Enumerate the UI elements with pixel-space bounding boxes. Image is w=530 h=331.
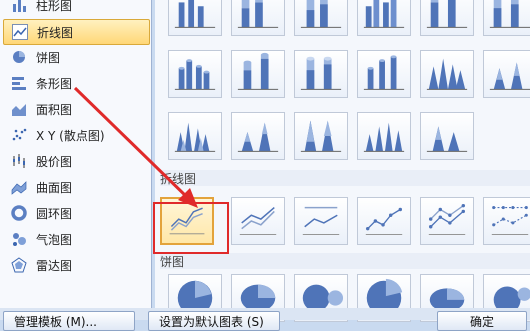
- column-chart-icon: [10, 0, 28, 14]
- percent-stacked-line-tile[interactable]: [294, 197, 348, 245]
- sidebar-item-area[interactable]: 面积图: [3, 97, 148, 121]
- line-chart-icon: [11, 23, 29, 41]
- sidebar-item-label: 柱形图: [36, 0, 73, 13]
- cylinder-chart-tile[interactable]: [294, 50, 348, 98]
- chart-type-sidebar: 柱形图 折线图 饼图 条形图 面积图 X Y (散点图) 股价图 曲面图 圆环图…: [0, 0, 152, 308]
- sidebar-item-label: 气泡图: [36, 232, 73, 247]
- doughnut-chart-icon: [10, 204, 28, 222]
- highlight-box: [153, 202, 229, 254]
- section-title-pie: 饼图: [160, 253, 530, 269]
- sidebar-item-scatter[interactable]: X Y (散点图): [3, 123, 148, 147]
- cylinder-chart-tile[interactable]: [168, 50, 222, 98]
- sidebar-item-line[interactable]: 折线图: [3, 19, 150, 45]
- sidebar-item-label: X Y (散点图): [36, 128, 105, 143]
- sidebar-item-label: 面积图: [36, 102, 73, 117]
- area-chart-icon: [10, 100, 28, 118]
- column-chart-tile[interactable]: [294, 0, 348, 36]
- stacked-line-markers-tile[interactable]: [420, 197, 474, 245]
- line-with-markers-tile[interactable]: [357, 197, 411, 245]
- sidebar-item-stock[interactable]: 股价图: [3, 149, 148, 173]
- sidebar-item-label: 股价图: [36, 154, 73, 169]
- column-chart-tile[interactable]: [357, 0, 411, 36]
- sidebar-item-bubble[interactable]: 气泡图: [3, 227, 148, 251]
- cone-chart-tile[interactable]: [483, 50, 530, 98]
- sidebar-item-label: 折线图: [37, 25, 74, 40]
- stock-chart-icon: [10, 152, 28, 170]
- sidebar-item-label: 曲面图: [36, 180, 73, 195]
- percent-line-markers-tile[interactable]: [483, 197, 530, 245]
- cone-chart-tile[interactable]: [420, 50, 474, 98]
- sidebar-item-doughnut[interactable]: 圆环图: [3, 201, 148, 225]
- sidebar-item-radar[interactable]: 雷达图: [3, 253, 148, 277]
- sidebar-item-label: 雷达图: [36, 258, 73, 273]
- bar-chart-icon: [10, 74, 28, 92]
- sidebar-item-column[interactable]: 柱形图: [3, 0, 148, 17]
- sidebar-item-surface[interactable]: 曲面图: [3, 175, 148, 199]
- surface-chart-icon: [10, 178, 28, 196]
- bubble-chart-icon: [10, 230, 28, 248]
- sidebar-item-bar[interactable]: 条形图: [3, 71, 148, 95]
- radar-chart-icon: [10, 256, 28, 274]
- ok-button[interactable]: 确定: [437, 311, 527, 331]
- pyramid-chart-tile[interactable]: [420, 112, 474, 160]
- manage-templates-button[interactable]: 管理模板 (M)...: [3, 311, 135, 331]
- sidebar-item-label: 圆环图: [36, 206, 73, 221]
- scatter-chart-icon: [10, 126, 28, 144]
- pyramid-chart-tile[interactable]: [294, 112, 348, 160]
- pie-chart-icon: [10, 48, 28, 66]
- cylinder-chart-tile[interactable]: [357, 50, 411, 98]
- set-default-chart-button[interactable]: 设置为默认图表 (S): [148, 311, 280, 331]
- sidebar-item-pie[interactable]: 饼图: [3, 45, 148, 69]
- section-title-line: 折线图: [160, 170, 530, 186]
- cylinder-chart-tile[interactable]: [231, 50, 285, 98]
- cone-chart-tile[interactable]: [231, 112, 285, 160]
- column-chart-tile[interactable]: [231, 0, 285, 36]
- pyramid-chart-tile[interactable]: [357, 112, 411, 160]
- stacked-line-tile[interactable]: [231, 197, 285, 245]
- sidebar-item-label: 条形图: [36, 76, 73, 91]
- sidebar-item-label: 饼图: [36, 50, 61, 65]
- column-chart-tile[interactable]: [168, 0, 222, 36]
- column-chart-tile[interactable]: [483, 0, 530, 36]
- cone-chart-tile[interactable]: [168, 112, 222, 160]
- column-chart-tile[interactable]: [420, 0, 474, 36]
